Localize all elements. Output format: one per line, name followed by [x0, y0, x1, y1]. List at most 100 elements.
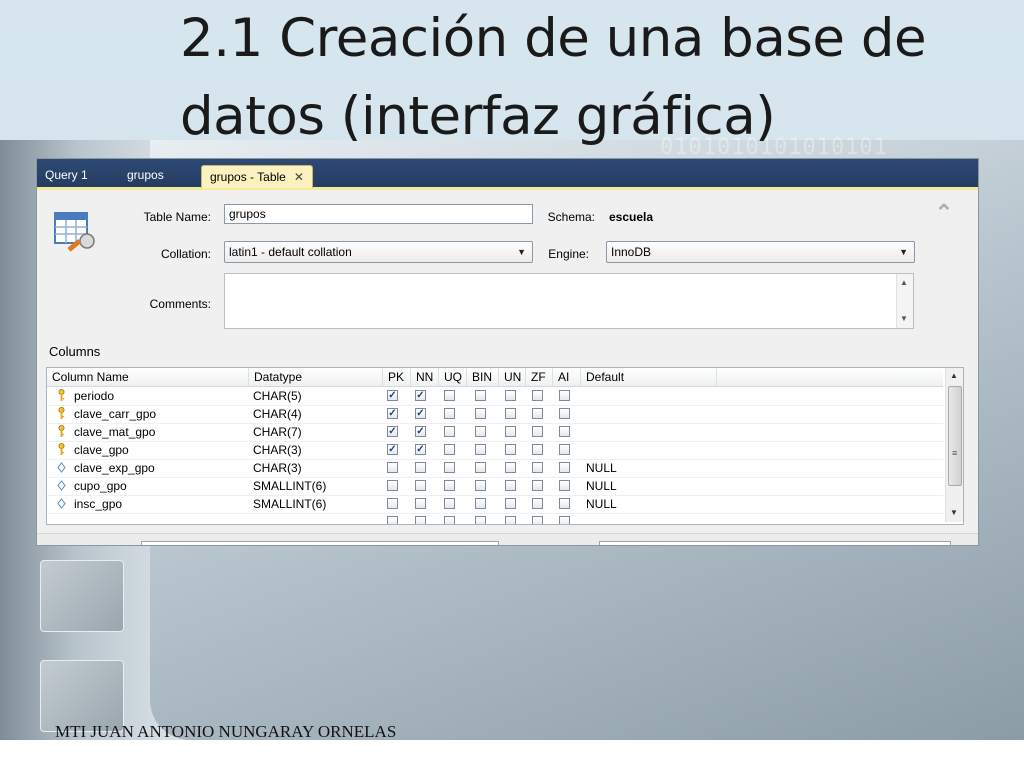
nn-checkbox[interactable]: ✓	[415, 408, 426, 419]
tab-grupos-table[interactable]: grupos - Table ✕	[201, 165, 313, 188]
zf-checkbox[interactable]	[532, 516, 543, 524]
pk-checkbox[interactable]: ✓	[387, 408, 398, 419]
zf-checkbox[interactable]	[532, 426, 543, 437]
column-name-cell[interactable]: cupo_gpo	[74, 477, 127, 495]
column-name-cell[interactable]: clave_mat_gpo	[74, 423, 155, 441]
zf-checkbox[interactable]	[532, 480, 543, 491]
bin-checkbox[interactable]	[475, 390, 486, 401]
zf-checkbox[interactable]	[532, 408, 543, 419]
column-header-uq[interactable]: UQ	[439, 368, 467, 386]
uq-checkbox[interactable]	[444, 408, 455, 419]
column-header-zf[interactable]: ZF	[526, 368, 553, 386]
pk-checkbox[interactable]: ✓	[387, 444, 398, 455]
zf-checkbox[interactable]	[532, 390, 543, 401]
column-name-cell[interactable]: clave_gpo	[74, 441, 129, 459]
bin-checkbox[interactable]	[475, 408, 486, 419]
scroll-up-icon[interactable]: ▲	[900, 278, 908, 287]
nn-checkbox[interactable]	[415, 462, 426, 473]
nn-checkbox[interactable]: ✓	[415, 390, 426, 401]
ai-checkbox[interactable]	[559, 480, 570, 491]
collapse-icon[interactable]: ⌃	[931, 201, 957, 229]
datatype-cell[interactable]: CHAR(5)	[253, 387, 302, 405]
table-row[interactable]	[47, 513, 943, 524]
table-row[interactable]: cupo_gpo SMALLINT(6) NULL	[47, 477, 943, 496]
table-row[interactable]: periodo CHAR(5) ✓ ✓	[47, 387, 943, 406]
pk-checkbox[interactable]	[387, 462, 398, 473]
uq-checkbox[interactable]	[444, 462, 455, 473]
table-row[interactable]: clave_mat_gpo CHAR(7) ✓ ✓	[47, 423, 943, 442]
column-header-name[interactable]: Column Name	[47, 368, 249, 386]
scroll-down-icon[interactable]: ▼	[900, 314, 908, 323]
comments-scrollbar[interactable]: ▲ ▼	[896, 274, 913, 328]
datatype-cell[interactable]: SMALLINT(6)	[253, 495, 326, 513]
nn-checkbox[interactable]	[415, 516, 426, 524]
bottom-field-left[interactable]	[141, 541, 499, 545]
tab-query-1[interactable]: Query 1	[37, 164, 96, 186]
un-checkbox[interactable]	[505, 426, 516, 437]
default-cell[interactable]: NULL	[586, 459, 617, 477]
uq-checkbox[interactable]	[444, 498, 455, 509]
pk-checkbox[interactable]	[387, 498, 398, 509]
default-cell[interactable]: NULL	[586, 495, 617, 513]
datatype-cell[interactable]: SMALLINT(6)	[253, 477, 326, 495]
table-row[interactable]: clave_exp_gpo CHAR(3) NULL	[47, 459, 943, 478]
column-header-datatype[interactable]: Datatype	[249, 368, 383, 386]
datatype-cell[interactable]: CHAR(4)	[253, 405, 302, 423]
scroll-up-icon[interactable]: ▲	[950, 371, 958, 380]
pk-checkbox[interactable]: ✓	[387, 390, 398, 401]
zf-checkbox[interactable]	[532, 498, 543, 509]
collation-select[interactable]: latin1 - default collation ▼	[224, 241, 533, 263]
un-checkbox[interactable]	[505, 390, 516, 401]
un-checkbox[interactable]	[505, 498, 516, 509]
scroll-down-icon[interactable]: ▼	[950, 508, 958, 517]
ai-checkbox[interactable]	[559, 390, 570, 401]
bin-checkbox[interactable]	[475, 444, 486, 455]
column-name-cell[interactable]: periodo	[74, 387, 114, 405]
column-name-cell[interactable]: clave_exp_gpo	[74, 459, 155, 477]
bin-checkbox[interactable]	[475, 516, 486, 524]
ai-checkbox[interactable]	[559, 462, 570, 473]
table-row[interactable]: insc_gpo SMALLINT(6) NULL	[47, 495, 943, 514]
un-checkbox[interactable]	[505, 516, 516, 524]
pk-checkbox[interactable]	[387, 480, 398, 491]
nn-checkbox[interactable]: ✓	[415, 426, 426, 437]
uq-checkbox[interactable]	[444, 480, 455, 491]
ai-checkbox[interactable]	[559, 426, 570, 437]
table-row[interactable]: clave_gpo CHAR(3) ✓ ✓	[47, 441, 943, 460]
ai-checkbox[interactable]	[559, 444, 570, 455]
table-name-input[interactable]	[224, 204, 533, 224]
uq-checkbox[interactable]	[444, 516, 455, 524]
column-header-pk[interactable]: PK	[383, 368, 411, 386]
bin-checkbox[interactable]	[475, 480, 486, 491]
ai-checkbox[interactable]	[559, 516, 570, 524]
bin-checkbox[interactable]	[475, 462, 486, 473]
engine-select[interactable]: InnoDB ▼	[606, 241, 915, 263]
bottom-field-right[interactable]	[599, 541, 951, 545]
column-header-nn[interactable]: NN	[411, 368, 439, 386]
column-name-cell[interactable]: insc_gpo	[74, 495, 122, 513]
column-name-cell[interactable]: clave_carr_gpo	[74, 405, 156, 423]
un-checkbox[interactable]	[505, 444, 516, 455]
column-header-ai[interactable]: AI	[553, 368, 581, 386]
pk-checkbox[interactable]	[387, 516, 398, 524]
nn-checkbox[interactable]	[415, 498, 426, 509]
un-checkbox[interactable]	[505, 408, 516, 419]
grid-scrollbar[interactable]: ▲ ≡ ▼	[945, 368, 963, 522]
bin-checkbox[interactable]	[475, 498, 486, 509]
zf-checkbox[interactable]	[532, 462, 543, 473]
nn-checkbox[interactable]	[415, 480, 426, 491]
comments-textarea[interactable]: ▲ ▼	[224, 273, 914, 329]
ai-checkbox[interactable]	[559, 408, 570, 419]
un-checkbox[interactable]	[505, 462, 516, 473]
column-header-default[interactable]: Default	[581, 368, 717, 386]
ai-checkbox[interactable]	[559, 498, 570, 509]
table-row[interactable]: clave_carr_gpo CHAR(4) ✓ ✓	[47, 405, 943, 424]
pk-checkbox[interactable]: ✓	[387, 426, 398, 437]
datatype-cell[interactable]: CHAR(3)	[253, 441, 302, 459]
bin-checkbox[interactable]	[475, 426, 486, 437]
datatype-cell[interactable]: CHAR(7)	[253, 423, 302, 441]
nn-checkbox[interactable]: ✓	[415, 444, 426, 455]
scrollbar-thumb[interactable]: ≡	[948, 386, 962, 486]
default-cell[interactable]: NULL	[586, 477, 617, 495]
tab-grupos[interactable]: grupos	[119, 164, 172, 186]
